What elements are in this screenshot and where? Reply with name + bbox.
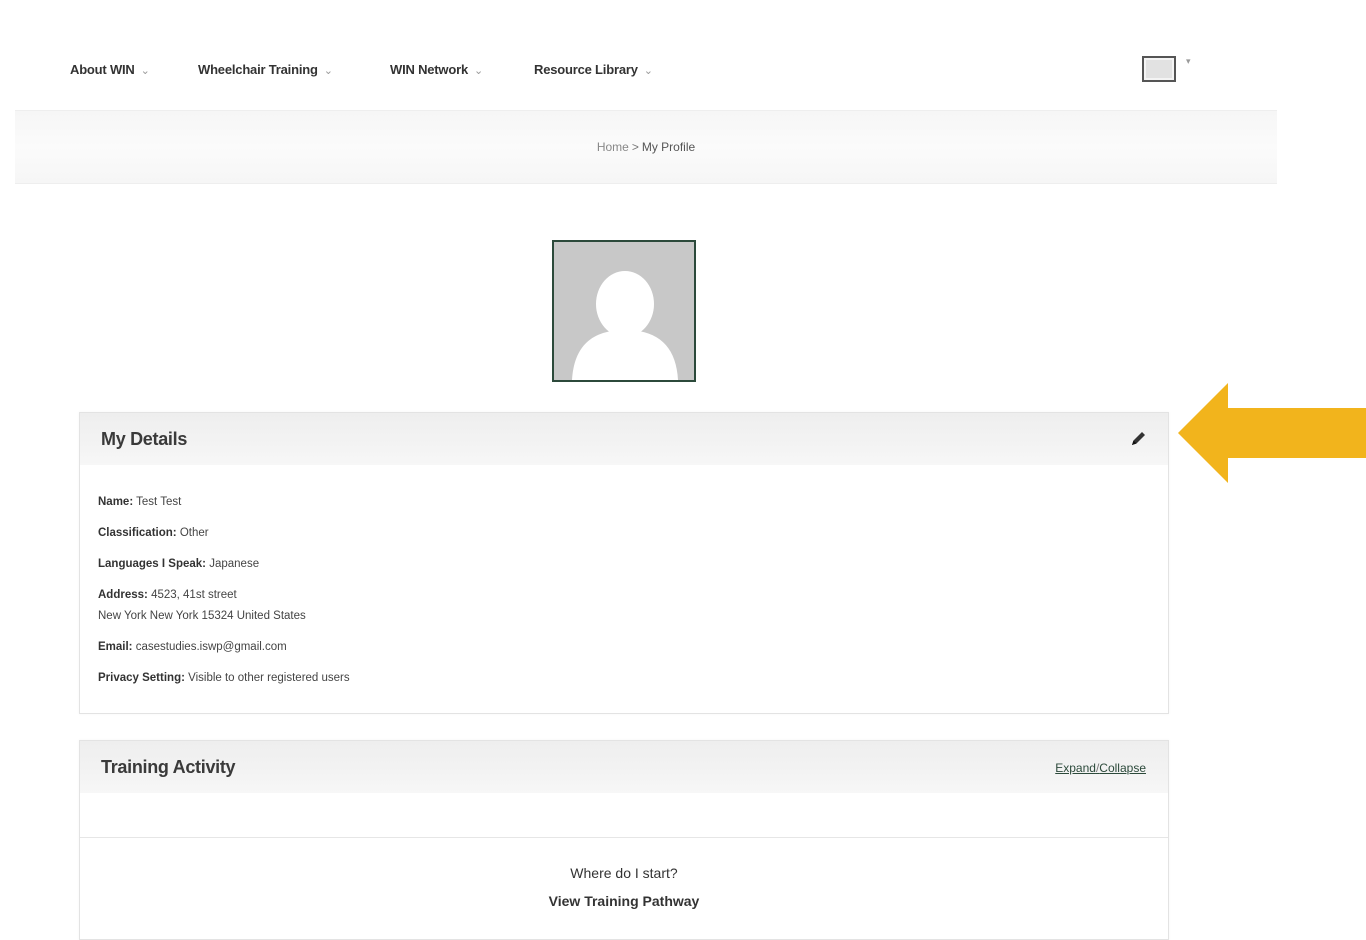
detail-classification-row: Classification: Other bbox=[98, 526, 1168, 540]
chevron-down-icon: ⌄ bbox=[473, 65, 484, 77]
expand-link[interactable]: Expand bbox=[1055, 761, 1096, 775]
nav-wheelchair-training-label: Wheelchair Training bbox=[198, 62, 318, 77]
detail-name-value: Test Test bbox=[136, 496, 182, 508]
detail-name-label: Name: bbox=[98, 496, 134, 508]
training-activity-title: Training Activity bbox=[101, 757, 236, 777]
detail-email-row: Email: casestudies.iswp@gmail.com bbox=[98, 640, 1168, 654]
nav-resource-library-label: Resource Library bbox=[534, 62, 638, 77]
user-menu-icon[interactable] bbox=[1142, 55, 1176, 83]
detail-languages-row: Languages I Speak: Japanese bbox=[98, 557, 1168, 571]
detail-address-line2: New York New York 15324 United States bbox=[98, 610, 306, 622]
activity-divider bbox=[80, 837, 1168, 838]
my-details-panel: My Details Name: Test Test Classificatio… bbox=[79, 412, 1169, 714]
expand-collapse-link: Expand/Collapse bbox=[1055, 761, 1146, 775]
profile-avatar bbox=[552, 240, 696, 382]
top-navigation: About WIN ⌄ Wheelchair Training ⌄ WIN Netw… bbox=[0, 0, 1280, 110]
chevron-down-icon: ⌄ bbox=[323, 65, 333, 77]
nav-win-network-label: WIN Network bbox=[390, 62, 468, 77]
breadcrumb-current: My Profile bbox=[641, 140, 696, 154]
nav-wheelchair-training[interactable]: Wheelchair Training ⌄ bbox=[198, 62, 333, 77]
nav-win-network[interactable]: WIN Network ⌄ bbox=[390, 62, 483, 77]
detail-address-row: Address: 4523, 41st street New York New … bbox=[98, 588, 1168, 623]
detail-languages-value: Japanese bbox=[209, 558, 260, 570]
breadcrumb-home-link[interactable]: Home bbox=[597, 140, 629, 154]
detail-email-label: Email: bbox=[98, 641, 133, 653]
default-avatar-icon bbox=[554, 242, 694, 380]
training-activity-header: Training Activity Expand/Collapse bbox=[80, 741, 1168, 793]
detail-classification-label: Classification: bbox=[98, 527, 177, 539]
pencil-icon[interactable] bbox=[1128, 429, 1148, 449]
training-activity-panel: Training Activity Expand/Collapse Where … bbox=[79, 740, 1169, 940]
my-details-title: My Details bbox=[101, 429, 188, 449]
callout-arrow-icon bbox=[1178, 383, 1366, 483]
detail-languages-label: Languages I Speak: bbox=[98, 558, 207, 570]
user-menu-caret-icon[interactable]: ▾ bbox=[1186, 56, 1191, 67]
where-to-start-prompt: Where do I start? bbox=[570, 865, 678, 881]
detail-classification-value: Other bbox=[179, 527, 209, 539]
detail-privacy-label: Privacy Setting: bbox=[98, 672, 185, 684]
nav-about-win-label: About WIN bbox=[70, 62, 135, 77]
nav-about-win[interactable]: About WIN ⌄ bbox=[70, 62, 150, 77]
detail-address-label: Address: bbox=[98, 589, 148, 601]
chevron-down-icon: ⌄ bbox=[643, 65, 653, 77]
view-training-pathway-link[interactable]: View Training Pathway bbox=[80, 893, 1168, 909]
detail-privacy-row: Privacy Setting: Visible to other regist… bbox=[98, 671, 1168, 685]
my-details-header: My Details bbox=[80, 413, 1168, 465]
detail-email-value: casestudies.iswp@gmail.com bbox=[135, 641, 287, 653]
detail-name-row: Name: Test Test bbox=[98, 495, 1168, 509]
nav-resource-library[interactable]: Resource Library ⌄ bbox=[534, 62, 653, 77]
collapse-link[interactable]: Collapse bbox=[1099, 761, 1146, 775]
breadcrumb-bar: Home > My Profile bbox=[15, 110, 1277, 184]
chevron-down-icon: ⌄ bbox=[140, 65, 150, 77]
breadcrumb-separator: > bbox=[631, 140, 639, 154]
detail-address-line1: 4523, 41st street bbox=[151, 589, 237, 601]
detail-privacy-value: Visible to other registered users bbox=[188, 672, 350, 684]
my-details-body: Name: Test Test Classification: Other La… bbox=[80, 465, 1168, 685]
breadcrumb: Home > My Profile bbox=[15, 140, 1277, 154]
